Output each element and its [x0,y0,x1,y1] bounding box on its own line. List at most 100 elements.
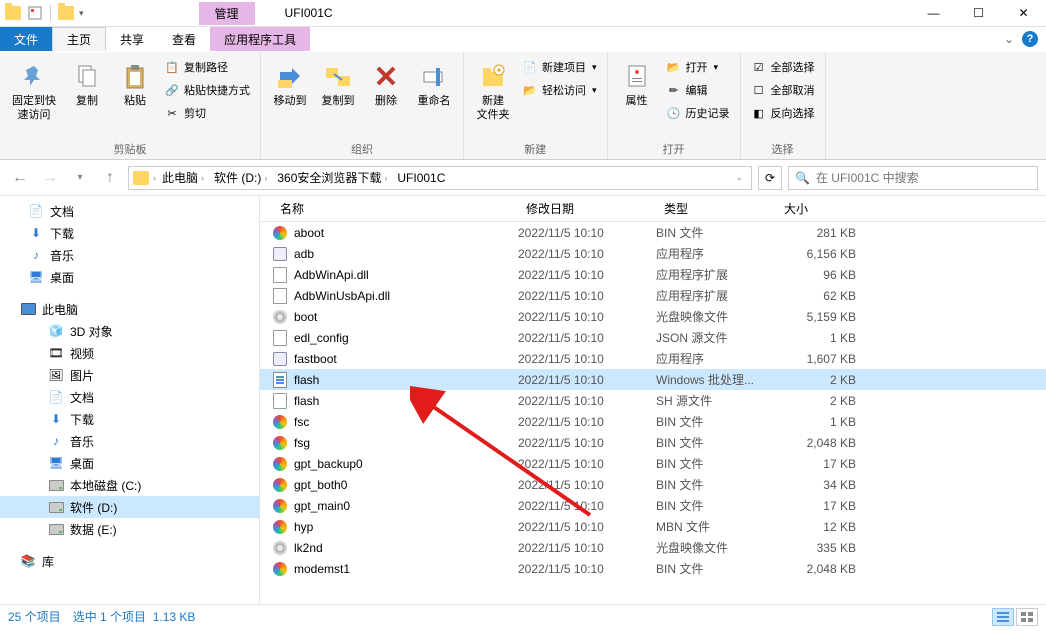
up-button[interactable]: ↑ [98,166,122,190]
tree-item-music[interactable]: ♪音乐 [0,430,259,452]
tree-item-this-pc[interactable]: 此电脑 [0,298,259,320]
recent-locations-button[interactable]: ▾ [68,166,92,190]
search-input[interactable] [816,171,1031,185]
file-row[interactable]: fastboot2022/11/5 10:10应用程序1,607 KB [260,348,1046,369]
details-view-button[interactable] [992,608,1014,626]
selection-info: 选中 1 个项目 1.13 KB [73,608,196,625]
history-button[interactable]: 🕓历史记录 [662,102,734,124]
file-list[interactable]: aboot2022/11/5 10:10BIN 文件281 KBadb2022/… [260,222,1046,604]
tree-item-desktop[interactable]: 🖥桌面 [0,452,259,474]
breadcrumb-item[interactable]: 360安全浏览器下载› [273,169,391,186]
search-box[interactable]: 🔍 [788,166,1038,190]
tree-item-downloads[interactable]: ⬇下载 [0,222,259,244]
scissors-icon: ✂ [164,105,180,121]
breadcrumb-item[interactable]: 软件 (D:)› [210,169,271,186]
breadcrumb-item[interactable]: UFI001C [393,171,449,185]
file-row[interactable]: AdbWinUsbApi.dll2022/11/5 10:10应用程序扩展62 … [260,285,1046,306]
navigation-pane[interactable]: 📄文档 ⬇下载 ♪音乐 🖥桌面 此电脑 🧊3D 对象 🎞视频 🖼图片 📄文档 ⬇… [0,196,260,604]
chevron-right-icon[interactable]: › [153,173,156,183]
file-name: AdbWinApi.dll [294,268,369,282]
file-row[interactable]: gpt_both02022/11/5 10:10BIN 文件34 KB [260,474,1046,495]
column-type[interactable]: 类型 [656,196,776,221]
file-row[interactable]: modemst12022/11/5 10:10BIN 文件2,048 KB [260,558,1046,579]
tree-item-disk-e[interactable]: 数据 (E:) [0,518,259,540]
easy-access-button[interactable]: 📂轻松访问▾ [518,79,601,101]
copy-to-button[interactable]: 复制到 [315,56,361,112]
file-row[interactable]: aboot2022/11/5 10:10BIN 文件281 KB [260,222,1046,243]
tree-item-documents[interactable]: 📄文档 [0,386,259,408]
file-row[interactable]: flash2022/11/5 10:10SH 源文件2 KB [260,390,1046,411]
main-content: 📄文档 ⬇下载 ♪音乐 🖥桌面 此电脑 🧊3D 对象 🎞视频 🖼图片 📄文档 ⬇… [0,196,1046,604]
new-item-button[interactable]: 📄新建项目▾ [518,56,601,78]
file-name: aboot [294,226,324,240]
column-date[interactable]: 修改日期 [518,196,656,221]
invert-selection-button[interactable]: ◧反向选择 [747,102,819,124]
file-row[interactable]: adb2022/11/5 10:10应用程序6,156 KB [260,243,1046,264]
delete-button[interactable]: 删除 [363,56,409,112]
file-row[interactable]: hyp2022/11/5 10:10MBN 文件12 KB [260,516,1046,537]
tree-item-3d-objects[interactable]: 🧊3D 对象 [0,320,259,342]
column-name[interactable]: 名称 [272,196,518,221]
open-button[interactable]: 📂打开▾ [662,56,734,78]
file-row[interactable]: gpt_backup02022/11/5 10:10BIN 文件17 KB [260,453,1046,474]
file-row[interactable]: fsg2022/11/5 10:10BIN 文件2,048 KB [260,432,1046,453]
refresh-button[interactable]: ⟳ [758,166,782,190]
tree-item-disk-d[interactable]: 软件 (D:) [0,496,259,518]
item-count: 25 个项目 [8,608,61,625]
tree-item-pictures[interactable]: 🖼图片 [0,364,259,386]
file-name: fsg [294,436,310,450]
tree-item-libraries[interactable]: 📚库 [0,550,259,572]
move-to-button[interactable]: 移动到 [267,56,313,112]
properties-button[interactable]: 属性 [614,56,660,112]
select-all-button[interactable]: ☑全部选择 [747,56,819,78]
file-name: gpt_backup0 [294,457,363,471]
ribbon-collapse-icon[interactable]: ⌄ [1004,32,1014,46]
breadcrumb-item[interactable]: 此电脑› [158,169,208,186]
tab-view[interactable]: 查看 [158,27,210,51]
tree-item-documents[interactable]: 📄文档 [0,200,259,222]
file-row[interactable]: boot2022/11/5 10:10光盘映像文件5,159 KB [260,306,1046,327]
maximize-button[interactable]: ☐ [956,0,1001,27]
tab-home[interactable]: 主页 [52,27,106,51]
tab-file[interactable]: 文件 [0,27,52,51]
new-folder-button[interactable]: ✦ 新建 文件夹 [470,56,516,127]
cut-button[interactable]: ✂剪切 [160,102,254,124]
pin-to-quick-access-button[interactable]: 固定到快 速访问 [6,56,62,127]
edit-icon: ✏ [666,82,682,98]
tree-item-music[interactable]: ♪音乐 [0,244,259,266]
file-row[interactable]: gpt_main02022/11/5 10:10BIN 文件17 KB [260,495,1046,516]
tree-item-downloads[interactable]: ⬇下载 [0,408,259,430]
close-button[interactable]: ✕ [1001,0,1046,27]
icons-view-button[interactable] [1016,608,1038,626]
file-row[interactable]: flash2022/11/5 10:10Windows 批处理...2 KB [260,369,1046,390]
file-row[interactable]: edl_config2022/11/5 10:10JSON 源文件1 KB [260,327,1046,348]
tree-item-disk-c[interactable]: 本地磁盘 (C:) [0,474,259,496]
select-none-button[interactable]: ☐全部取消 [747,79,819,101]
breadcrumb[interactable]: › 此电脑› 软件 (D:)› 360安全浏览器下载› UFI001C ⌄ [128,166,752,190]
tree-item-videos[interactable]: 🎞视频 [0,342,259,364]
help-icon[interactable]: ? [1022,31,1038,47]
file-row[interactable]: lk2nd2022/11/5 10:10光盘映像文件335 KB [260,537,1046,558]
rename-button[interactable]: 重命名 [411,56,457,112]
column-size[interactable]: 大小 [776,196,866,221]
file-row[interactable]: fsc2022/11/5 10:10BIN 文件1 KB [260,411,1046,432]
file-size: 2 KB [776,373,866,387]
window-title: UFI001C [285,6,333,20]
back-button[interactable]: ← [8,166,32,190]
tab-share[interactable]: 共享 [106,27,158,51]
file-name: edl_config [294,331,349,345]
ribbon: 固定到快 速访问 复制 粘贴 📋复制路径 🔗粘贴快捷方式 ✂剪切 剪贴板 移动到 [0,52,1046,160]
edit-button[interactable]: ✏编辑 [662,79,734,101]
qat-dropdown-icon[interactable]: ▾ [79,8,84,19]
copy-path-button[interactable]: 📋复制路径 [160,56,254,78]
copy-button[interactable]: 复制 [64,56,110,112]
chevron-down-icon[interactable]: ⌄ [735,172,743,183]
tab-app-tools[interactable]: 应用程序工具 [210,27,310,51]
paste-shortcut-button[interactable]: 🔗粘贴快捷方式 [160,79,254,101]
paste-button[interactable]: 粘贴 [112,56,158,112]
file-row[interactable]: AdbWinApi.dll2022/11/5 10:10应用程序扩展96 KB [260,264,1046,285]
forward-button[interactable]: → [38,166,62,190]
tree-item-desktop[interactable]: 🖥桌面 [0,266,259,288]
qat-properties-icon[interactable] [26,4,44,22]
minimize-button[interactable]: ― [911,0,956,27]
